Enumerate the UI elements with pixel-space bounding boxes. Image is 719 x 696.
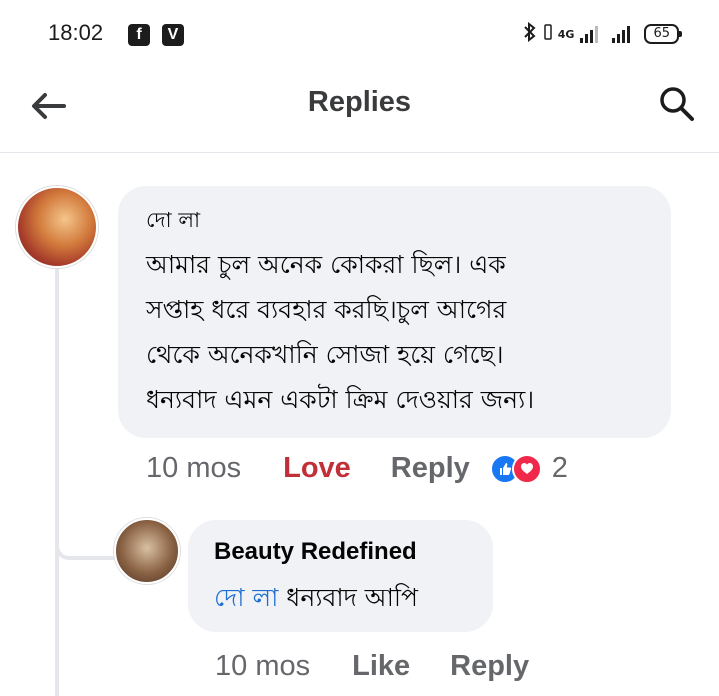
search-button[interactable] — [655, 84, 699, 128]
reply-time: 10 mos — [215, 650, 311, 682]
network-type-label: 4G — [557, 27, 575, 41]
comment-line: থেকে অনেকখানি সোজা হয়ে গেছে। — [146, 340, 504, 369]
comment-line: ধন্যবাদ এমন একটা ক্রিম দেওয়ার জন্য। — [146, 385, 535, 414]
status-right-group: 4G 65 — [522, 21, 682, 46]
comment-line: আমার চুল অনেক কোকরা ছিল। এক — [146, 250, 506, 279]
search-icon — [658, 85, 696, 127]
comment-reply-button[interactable]: Reply — [391, 452, 470, 485]
thread-line — [55, 268, 59, 696]
header-bar: Replies — [0, 72, 719, 153]
love-button[interactable]: Love — [283, 452, 351, 485]
comment-author[interactable]: দো লা — [146, 204, 200, 239]
reply-text: দো লা ধন্যবাদ আপি — [214, 578, 418, 621]
reaction-count: 2 — [551, 452, 568, 484]
reply-reply-button[interactable]: Reply — [450, 650, 529, 683]
facebook-notification-icon: f — [128, 24, 150, 46]
page-avatar[interactable] — [114, 518, 180, 584]
reply-bubble: Beauty Redefined দো লা ধন্যবাদ আপি — [188, 520, 493, 632]
bluetooth-icon — [522, 21, 538, 46]
page-title: Replies — [307, 86, 412, 118]
viber-notification-icon: V — [162, 24, 184, 46]
status-time: 18:02 — [48, 20, 104, 45]
battery-icon: 65 — [644, 24, 682, 44]
comment-line: সপ্তাহ ধরে ব্যবহার করছি।চুল আগের — [146, 295, 507, 324]
reply-mention-link[interactable]: দো লা — [214, 583, 278, 612]
vibrate-icon — [544, 24, 552, 44]
love-icon — [511, 453, 542, 484]
comment-text: আমার চুল অনেক কোকরা ছিল। এক সপ্তাহ ধরে ব… — [146, 242, 656, 422]
reply-message: ধন্যবাদ আপি — [278, 583, 419, 612]
comment-bubble: দো লা আমার চুল অনেক কোকরা ছিল। এক সপ্তাহ… — [118, 186, 671, 438]
reply-connector — [55, 540, 117, 560]
status-bar: 18:02 f V 4G 65 — [0, 0, 719, 72]
signal-bars-2-icon — [612, 25, 631, 43]
signal-bars-icon — [580, 25, 599, 43]
comment-time: 10 mos — [146, 452, 242, 484]
reply-meta-row: 10 mos Like Reply — [215, 650, 569, 683]
reaction-summary[interactable]: 2 — [489, 452, 568, 485]
reply-author[interactable]: Beauty Redefined — [214, 538, 417, 566]
like-button[interactable]: Like — [352, 650, 410, 683]
comment-meta-row: 10 mos Love Reply 2 — [146, 452, 568, 485]
commenter-avatar[interactable] — [16, 186, 98, 268]
